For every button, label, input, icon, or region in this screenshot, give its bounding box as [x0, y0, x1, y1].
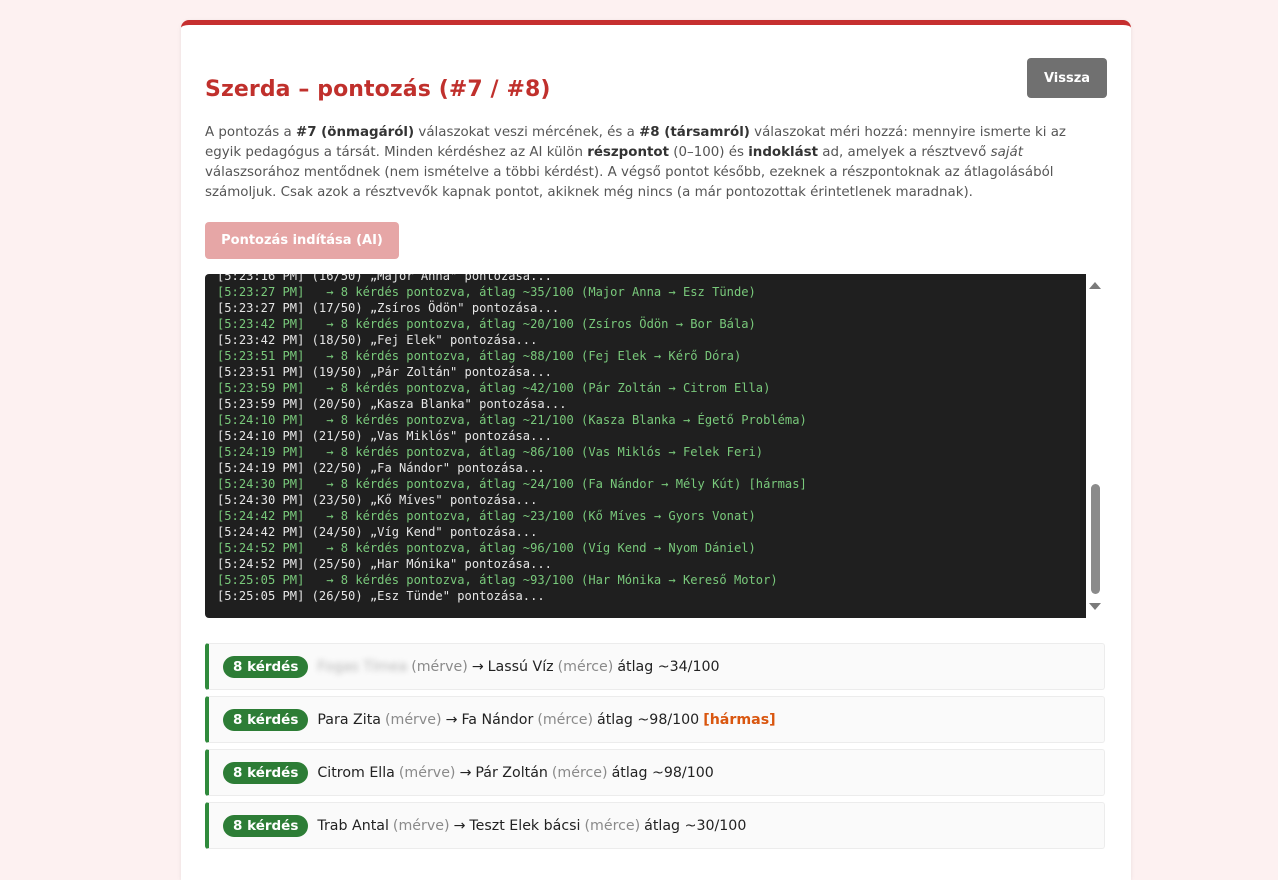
- reference-tag: (mérce): [584, 817, 641, 834]
- question-count-badge: 8 kérdés: [223, 655, 309, 678]
- measured-tag: (mérve): [392, 817, 450, 834]
- result-row[interactable]: 8 kérdés Citrom Ella (mérve) → Pár Zoltán (mé…: [205, 749, 1105, 796]
- desc-italic: saját: [990, 145, 1023, 160]
- main-card: Szerda – pontozás (#7 / #8) Vissza A pon…: [181, 20, 1131, 880]
- reference-name: Teszt Elek bácsi: [469, 817, 581, 834]
- desc-bold: indoklást: [748, 145, 819, 160]
- log-line: [5:23:59 PM] (20/50) „Kasza Blanka" pont…: [217, 397, 567, 411]
- log-line: [5:24:42 PM] (24/50) „Víg Kend" pontozás…: [217, 525, 538, 539]
- log-line: [5:23:51 PM] → 8 kérdés pontozva, átlag …: [217, 349, 742, 363]
- desc-bold: #8 (társamról): [639, 125, 750, 140]
- result-row[interactable]: 8 kérdés Para Zita (mérve) → Fa Nándor (mérce…: [205, 696, 1105, 743]
- log-line: [5:23:59 PM] → 8 kérdés pontozva, átlag …: [217, 381, 771, 395]
- desc-bold: részpontot: [587, 145, 669, 160]
- log-line: [5:25:05 PM] (26/50) „Esz Tünde" pontozá…: [217, 589, 545, 603]
- log-line: [5:23:16 PM] (16/50) „Major Anna" pontoz…: [217, 274, 552, 283]
- log-line: [5:24:42 PM] → 8 kérdés pontozva, átlag …: [217, 509, 756, 523]
- log-line: [5:23:51 PM] (19/50) „Pár Zoltán" pontoz…: [217, 365, 552, 379]
- results-list: 8 kérdés Fogas Tímea (mérve) → Lassú Víz (mér…: [205, 643, 1105, 855]
- log-panel: [5:23:16 PM] (16/50) „Major Anna" pontoz…: [205, 274, 1105, 618]
- arrow-icon: →: [445, 711, 458, 728]
- average-score: átlag ~34/100: [617, 658, 720, 675]
- log-line: [5:24:52 PM] → 8 kérdés pontozva, átlag …: [217, 541, 756, 555]
- question-count-badge: 8 kérdés: [223, 814, 309, 837]
- log-line: [5:25:05 PM] → 8 kérdés pontozva, átlag …: [217, 573, 778, 587]
- log-line: [5:24:19 PM] (22/50) „Fa Nándor" pontozá…: [217, 461, 545, 475]
- measured-tag: (mérve): [398, 764, 456, 781]
- measured-name: Fogas Tímea: [317, 658, 408, 675]
- log-line: [5:24:19 PM] → 8 kérdés pontozva, átlag …: [217, 445, 764, 459]
- reference-tag: (mérce): [551, 764, 608, 781]
- desc-text: ad, amelyek a résztvevő: [818, 145, 991, 160]
- measured-name: Trab Antal: [317, 817, 389, 834]
- reference-name: Fa Nándor: [461, 711, 534, 728]
- log-line: [5:23:27 PM] → 8 kérdés pontozva, átlag …: [217, 285, 756, 299]
- triple-flag: [hármas]: [703, 711, 776, 728]
- log-line: [5:23:27 PM] (17/50) „Zsíros Ödön" ponto…: [217, 301, 560, 315]
- question-count-badge: 8 kérdés: [223, 708, 309, 731]
- desc-text: válaszsorához mentődnek (nem ismételve a…: [205, 165, 1054, 200]
- reference-tag: (mérce): [557, 658, 614, 675]
- result-row[interactable]: 8 kérdés Trab Antal (mérve) → Teszt Elek bác…: [205, 802, 1105, 849]
- log-line: [5:24:10 PM] (21/50) „Vas Miklós" pontoz…: [217, 429, 552, 443]
- log-line: [5:24:30 PM] (23/50) „Kő Míves" pontozás…: [217, 493, 538, 507]
- desc-bold: #7 (önmagáról): [295, 125, 415, 140]
- page-title: Szerda – pontozás (#7 / #8): [205, 77, 551, 102]
- average-score: átlag ~98/100: [611, 764, 714, 781]
- log-line: [5:24:10 PM] → 8 kérdés pontozva, átlag …: [217, 413, 807, 427]
- measured-tag: (mérve): [384, 711, 442, 728]
- arrow-icon: →: [471, 658, 484, 675]
- measured-name: Citrom Ella: [317, 764, 395, 781]
- average-score: átlag ~30/100: [644, 817, 747, 834]
- scroll-thumb[interactable]: [1091, 484, 1100, 594]
- log-lines: [5:23:16 PM] (16/50) „Major Anna" pontoz…: [217, 274, 807, 604]
- average-score: átlag ~98/100: [597, 711, 700, 728]
- reference-name: Lassú Víz: [487, 658, 554, 675]
- scroll-up-icon[interactable]: [1089, 282, 1101, 289]
- desc-text: válaszokat veszi mércének, és a: [414, 125, 640, 140]
- reference-tag: (mérce): [537, 711, 593, 728]
- description: A pontozás a #7 (önmagáról) válaszokat v…: [205, 123, 1105, 203]
- log-line: [5:23:42 PM] (18/50) „Fej Elek" pontozás…: [217, 333, 538, 347]
- measured-name: Para Zita: [317, 711, 381, 728]
- log-line: [5:24:52 PM] (25/50) „Har Mónika" pontoz…: [217, 557, 552, 571]
- arrow-icon: →: [459, 764, 472, 781]
- log-line: [5:23:42 PM] → 8 kérdés pontozva, átlag …: [217, 317, 756, 331]
- scroll-down-icon[interactable]: [1089, 603, 1101, 610]
- back-button[interactable]: Vissza: [1027, 58, 1107, 98]
- arrow-icon: →: [453, 817, 466, 834]
- start-scoring-button[interactable]: Pontozás indítása (AI): [205, 222, 399, 259]
- log-line: [5:24:30 PM] → 8 kérdés pontozva, átlag …: [217, 477, 807, 491]
- reference-name: Pár Zoltán: [475, 764, 548, 781]
- log-scrollbar[interactable]: [1086, 274, 1105, 618]
- question-count-badge: 8 kérdés: [223, 761, 309, 784]
- desc-text: (0–100) és: [669, 145, 749, 160]
- desc-text: A pontozás a: [205, 125, 296, 140]
- result-row[interactable]: 8 kérdés Fogas Tímea (mérve) → Lassú Víz (mér…: [205, 643, 1105, 690]
- measured-tag: (mérve): [411, 658, 468, 675]
- log-console[interactable]: [5:23:16 PM] (16/50) „Major Anna" pontoz…: [205, 274, 1086, 618]
